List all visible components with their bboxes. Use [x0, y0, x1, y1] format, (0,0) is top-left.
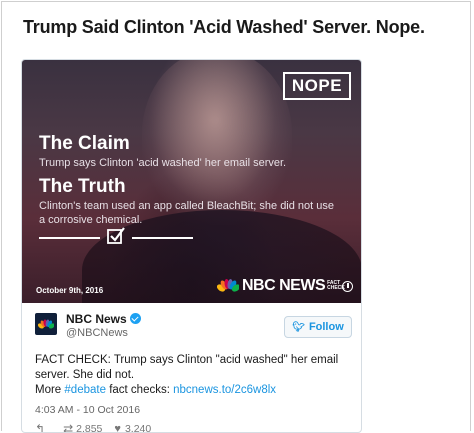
page-title: Trump Said Clinton 'Acid Washed' Server.… — [23, 17, 425, 37]
like-heart-icon[interactable]: ♥ — [114, 423, 121, 432]
image-date: October 9th, 2016 — [36, 286, 104, 295]
nope-badge: NOPE — [283, 72, 351, 100]
truth-heading: The Truth — [39, 176, 126, 197]
tweet-actions: ↰ ⇄ 2,855 ♥ 3,240 — [35, 422, 157, 433]
twitter-bird-icon: 🐦︎ — [292, 322, 305, 333]
nbc-news-wordmark: NBC NEWS — [242, 277, 326, 294]
nbc-peacock-icon — [217, 279, 239, 292]
fact-check-icon — [342, 280, 354, 292]
claim-heading: The Claim — [39, 133, 130, 154]
truth-text: Clinton's team used an app called Bleach… — [39, 200, 335, 226]
url-link[interactable]: nbcnews.to/2c6w8lx — [173, 384, 276, 396]
user-name[interactable]: NBC News — [66, 312, 127, 326]
tweet-timestamp[interactable]: 4:03 AM - 10 Oct 2016 — [35, 404, 140, 416]
tweet-text-more: More — [35, 384, 62, 396]
user-handle[interactable]: @NBCNews — [66, 327, 128, 339]
follow-button[interactable]: 🐦︎ Follow — [284, 316, 352, 338]
tweet-text: FACT CHECK: Trump says Clinton "acid was… — [35, 353, 353, 398]
divider-right — [132, 237, 193, 239]
tweet-image[interactable]: NOPE The Claim Trump says Clinton 'acid … — [22, 60, 361, 303]
follow-label: Follow — [308, 321, 344, 333]
nbc-peacock-avatar-icon — [38, 318, 54, 329]
fact-check-label: FACT CHECK — [327, 280, 345, 291]
tweet-text-main: FACT CHECK: Trump says Clinton "acid was… — [35, 354, 339, 381]
embedded-tweet[interactable]: NOPE The Claim Trump says Clinton 'acid … — [21, 59, 362, 433]
tweet-text-factchecks: fact checks: — [109, 384, 170, 396]
checkbox-check-icon — [107, 227, 125, 244]
nbc-news-factcheck-logo: NBC NEWS FACT CHECK — [217, 277, 354, 295]
divider-left — [39, 237, 100, 239]
avatar[interactable] — [35, 313, 57, 335]
tweet-body: NBC News @NBCNews 🐦︎ Follow FACT CHECK: T… — [22, 303, 361, 433]
user-name-row[interactable]: NBC News — [66, 312, 141, 326]
verified-badge-icon — [129, 313, 141, 324]
reply-icon[interactable]: ↰ — [35, 422, 45, 432]
like-count: 3,240 — [124, 423, 152, 433]
retweet-count: 2,855 — [76, 423, 103, 433]
claim-text: Trump says Clinton 'acid washed' her ema… — [39, 157, 287, 169]
hashtag-link[interactable]: #debate — [64, 384, 106, 396]
retweet-icon[interactable]: ⇄ — [63, 422, 73, 432]
